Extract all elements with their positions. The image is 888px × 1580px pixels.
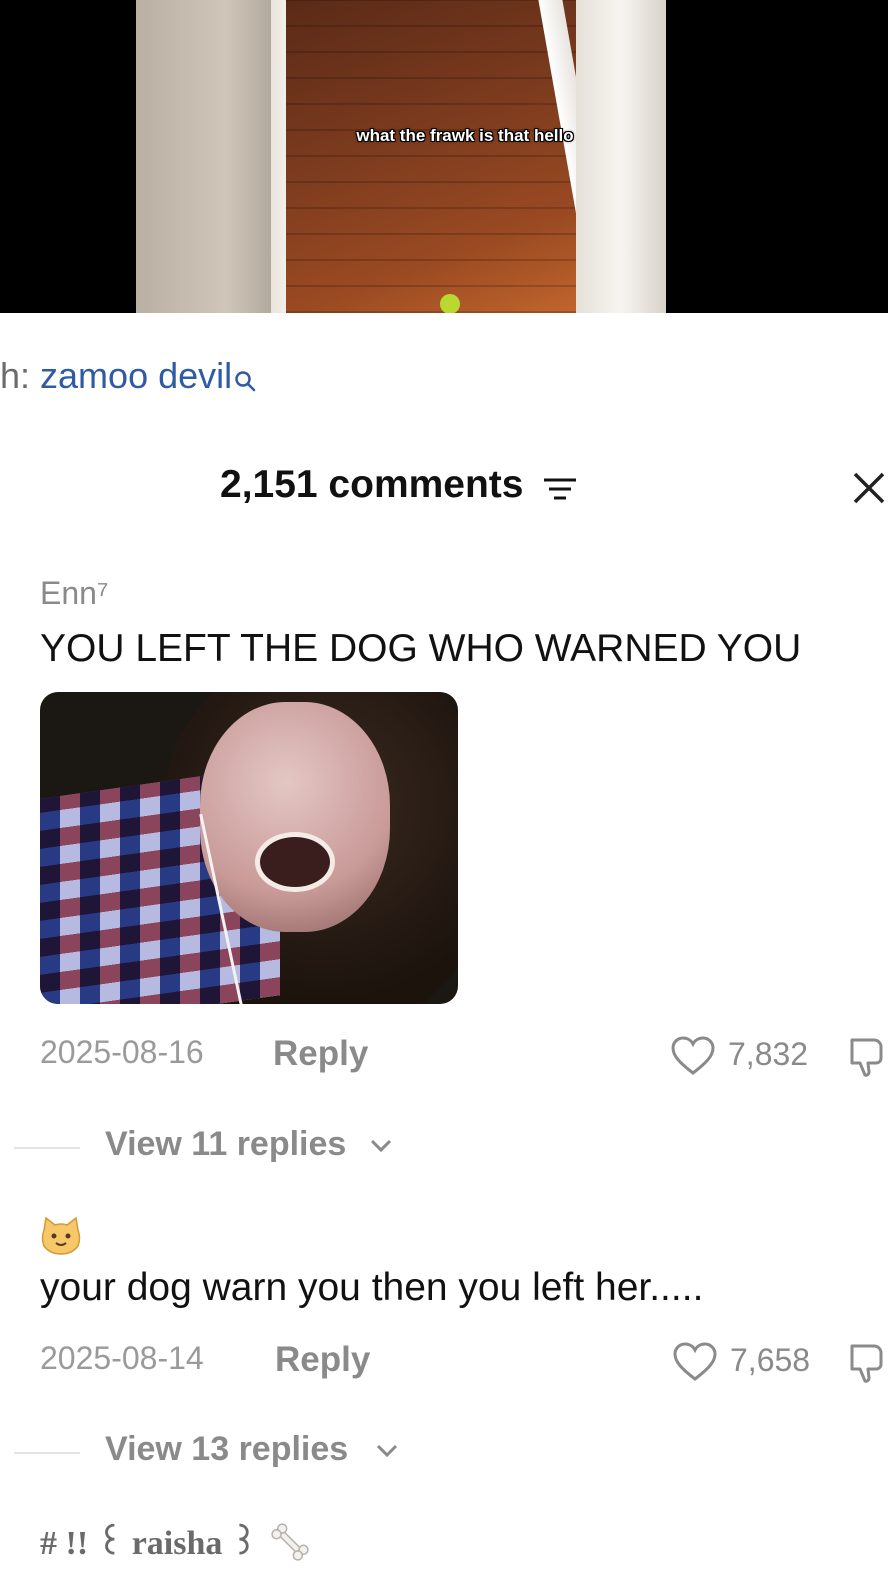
like-count: 7,832	[728, 1036, 809, 1072]
comment-meta: 2025-08-16 Reply 7,832	[0, 1034, 888, 1078]
gif-face	[200, 702, 390, 932]
close-icon[interactable]	[852, 471, 886, 510]
search-link[interactable]: zamoo devil	[40, 355, 232, 396]
video-wall-right	[576, 0, 666, 313]
comments-header: 2,151 comments	[0, 463, 888, 513]
reply-button[interactable]: Reply	[275, 1340, 370, 1380]
view-replies-label[interactable]: View 11 replies	[105, 1125, 346, 1164]
search-suggestion[interactable]: h: zamoo devil	[0, 355, 256, 405]
heart-icon[interactable]	[672, 1342, 718, 1387]
replies-divider	[14, 1147, 80, 1149]
gif-mouth	[255, 832, 335, 892]
comment-meta: 2025-08-14 Reply 7,658	[0, 1340, 888, 1384]
dislike-icon[interactable]	[848, 1036, 888, 1083]
comment-text: YOU LEFT THE DOG WHO WARNED YOU	[40, 627, 802, 670]
heart-icon[interactable]	[670, 1036, 716, 1081]
video-wall-left	[136, 0, 286, 313]
filter-icon[interactable]	[542, 477, 578, 508]
search-prefix: h:	[0, 355, 41, 396]
view-replies-button[interactable]: View 13 replies	[0, 1430, 888, 1474]
comment-username[interactable]: Enn⁷	[40, 575, 109, 612]
view-replies-button[interactable]: View 11 replies	[0, 1125, 888, 1169]
comments-count: 2,151 comments	[220, 463, 524, 506]
video-player[interactable]: what the frawk is that hello	[0, 0, 888, 313]
chevron-down-icon[interactable]	[370, 1139, 392, 1158]
video-floor	[286, 0, 586, 313]
comment-username[interactable]: # !! ꒰ raisha ꒱	[40, 1518, 257, 1563]
video-toy	[440, 294, 460, 313]
comment-date: 2025-08-16	[40, 1034, 204, 1070]
comment-text: your dog warn you then you left her.....	[40, 1266, 704, 1309]
chevron-down-icon[interactable]	[376, 1444, 398, 1463]
video-frame	[136, 0, 666, 313]
comment-date: 2025-08-14	[40, 1340, 204, 1376]
reply-button[interactable]: Reply	[273, 1034, 368, 1074]
comment-gif[interactable]	[40, 692, 458, 1004]
video-caption: what the frawk is that hello	[356, 126, 574, 145]
search-icon	[234, 359, 256, 401]
dislike-icon[interactable]	[848, 1342, 888, 1389]
replies-divider	[14, 1452, 80, 1454]
cat-face-emoji[interactable]	[40, 1216, 82, 1256]
bone-icon	[268, 1520, 312, 1569]
view-replies-label[interactable]: View 13 replies	[105, 1430, 348, 1469]
like-count: 7,658	[730, 1342, 811, 1378]
